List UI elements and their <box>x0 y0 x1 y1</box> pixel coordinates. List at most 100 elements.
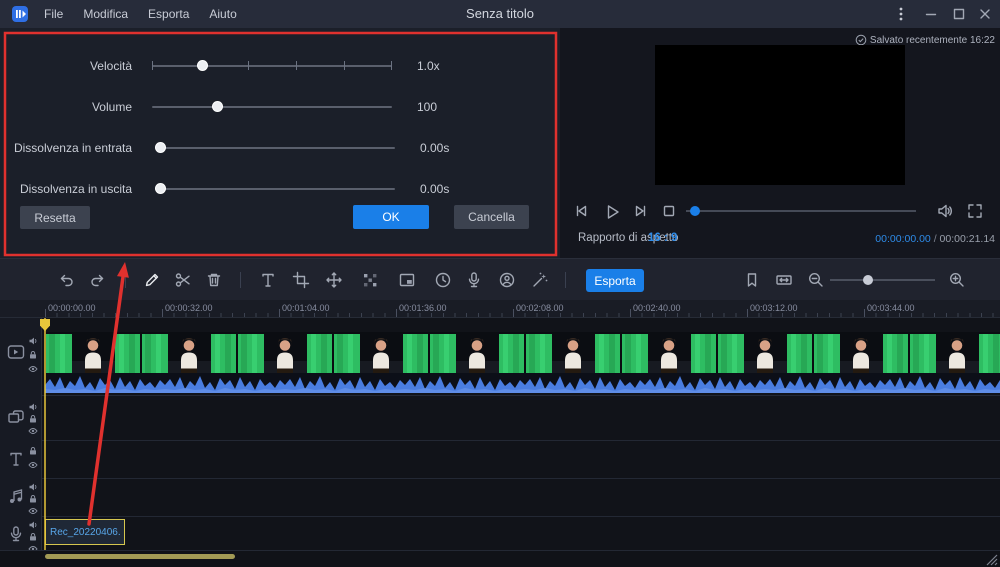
text-track-icon <box>7 450 25 468</box>
crop-button[interactable] <box>292 271 310 289</box>
menu-modifica[interactable]: Modifica <box>73 0 138 28</box>
track-separator <box>0 478 1000 479</box>
volume-label: Volume <box>0 100 132 114</box>
text-lock-icon[interactable] <box>28 446 38 456</box>
ok-button[interactable]: OK <box>353 205 429 229</box>
redo-button[interactable] <box>89 271 107 289</box>
more-options-button[interactable] <box>888 0 914 28</box>
maximize-button[interactable] <box>946 0 972 28</box>
voiceover-lock-icon[interactable] <box>28 532 38 542</box>
menu-esporta[interactable]: Esporta <box>138 0 199 28</box>
timeline-tracks: Rec_20220406. <box>0 318 1000 550</box>
voiceover-mute-icon[interactable] <box>28 520 38 530</box>
timeline-zoom-handle[interactable] <box>863 275 873 285</box>
marker-button[interactable] <box>743 271 761 289</box>
undo-button[interactable] <box>57 271 75 289</box>
next-frame-button[interactable] <box>632 202 650 220</box>
video-lock-icon[interactable] <box>28 350 38 360</box>
ruler-label: 00:01:04.00 <box>282 303 330 313</box>
aspect-ratio-value[interactable]: 16 : 9 <box>648 232 677 244</box>
track-headers <box>0 318 42 550</box>
ruler-label: 00:00:00.00 <box>48 303 96 313</box>
cancel-button[interactable]: Cancella <box>454 205 529 229</box>
preview-seek-track[interactable] <box>686 210 916 212</box>
fullscreen-icon[interactable] <box>966 202 984 220</box>
zoom-in-button[interactable] <box>948 271 966 289</box>
music-mute-icon[interactable] <box>28 482 38 492</box>
video-visibility-icon[interactable] <box>28 364 38 374</box>
volume-slider[interactable] <box>152 99 392 115</box>
menu-aiuto[interactable]: Aiuto <box>199 0 246 28</box>
timeline-toolbar: Esporta <box>0 258 1000 300</box>
preview-seek-handle[interactable] <box>690 206 700 216</box>
track-separator <box>0 395 1000 396</box>
denoise-wand-button[interactable] <box>531 271 549 289</box>
ruler-label: 00:00:32.00 <box>165 303 213 313</box>
track-separator <box>0 440 1000 441</box>
fade-out-slider-handle[interactable] <box>155 183 166 194</box>
duration-clock-button[interactable] <box>434 271 452 289</box>
ruler-label: 00:03:44.00 <box>867 303 915 313</box>
transform-move-button[interactable] <box>325 271 343 289</box>
audio-clip-rec[interactable]: Rec_20220406. <box>45 519 125 545</box>
pip-overlay-button[interactable] <box>398 271 416 289</box>
current-time: 00:00:00.00 <box>875 233 930 245</box>
overlay-visibility-icon[interactable] <box>28 426 38 436</box>
fit-timeline-button[interactable] <box>775 271 793 289</box>
timecode: 00:00:00.00 / 00:00:21.14 <box>875 233 995 245</box>
text-tool-button[interactable] <box>259 271 277 289</box>
timeline-zoom-track[interactable] <box>830 279 935 281</box>
fade-out-value: 0.00s <box>420 182 449 196</box>
video-clip-waveform[interactable] <box>45 373 1000 393</box>
speed-slider[interactable] <box>152 58 392 74</box>
ruler-label: 00:03:12.00 <box>750 303 798 313</box>
text-visibility-icon[interactable] <box>28 460 38 470</box>
play-button[interactable] <box>602 202 622 222</box>
volume-slider-handle[interactable] <box>212 101 223 112</box>
minimize-button[interactable] <box>918 0 944 28</box>
music-track-icon <box>7 488 25 506</box>
preview-panel: Salvato recentemente 16:22 Rapporto di a… <box>560 28 1000 258</box>
mosaic-button[interactable] <box>361 271 379 289</box>
preview-volume-icon[interactable] <box>936 202 954 220</box>
zoom-out-button[interactable] <box>807 271 825 289</box>
video-preview <box>655 45 905 185</box>
ruler-label: 00:02:08.00 <box>516 303 564 313</box>
fade-in-label: Dissolvenza in entrata <box>0 141 132 155</box>
ruler-label: 00:01:36.00 <box>399 303 447 313</box>
ruler-minor-ticks <box>45 313 1000 317</box>
reset-button[interactable]: Resetta <box>20 206 90 229</box>
speed-slider-handle[interactable] <box>197 60 208 71</box>
edit-pencil-button[interactable] <box>143 271 161 289</box>
timeline-ruler[interactable]: 00:00:00.00 00:00:32.00 00:01:04.00 00:0… <box>0 300 1000 318</box>
avatar-camera-button[interactable] <box>498 271 516 289</box>
export-button[interactable]: Esporta <box>586 269 644 292</box>
music-lock-icon[interactable] <box>28 494 38 504</box>
speed-value: 1.0x <box>417 59 440 73</box>
menu-file[interactable]: File <box>34 0 73 28</box>
overlay-lock-icon[interactable] <box>28 414 38 424</box>
fade-in-slider-handle[interactable] <box>155 142 166 153</box>
split-scissors-button[interactable] <box>174 271 192 289</box>
total-time: 00:00:21.14 <box>940 233 995 245</box>
horizontal-scrollbar[interactable] <box>45 554 235 559</box>
video-clip-filmstrip[interactable] <box>45 332 1000 373</box>
track-separator <box>0 516 1000 517</box>
fade-out-label: Dissolvenza in uscita <box>0 182 132 196</box>
stop-button[interactable] <box>660 202 678 220</box>
close-button[interactable] <box>972 0 998 28</box>
ruler-label: 00:02:40.00 <box>633 303 681 313</box>
resize-grip-icon[interactable] <box>986 554 998 566</box>
music-visibility-icon[interactable] <box>28 506 38 516</box>
delete-trash-button[interactable] <box>205 271 223 289</box>
prev-frame-button[interactable] <box>572 202 590 220</box>
video-editor-window: File Modifica Esporta Aiuto Senza titolo… <box>0 0 1000 567</box>
overlay-mute-icon[interactable] <box>28 402 38 412</box>
volume-value: 100 <box>417 100 437 114</box>
fade-in-slider[interactable] <box>155 140 395 156</box>
voiceover-mic-button[interactable] <box>465 271 483 289</box>
fade-out-slider[interactable] <box>155 181 395 197</box>
app-logo-icon <box>12 6 28 22</box>
voiceover-track-icon <box>7 525 25 543</box>
video-mute-icon[interactable] <box>28 336 38 346</box>
